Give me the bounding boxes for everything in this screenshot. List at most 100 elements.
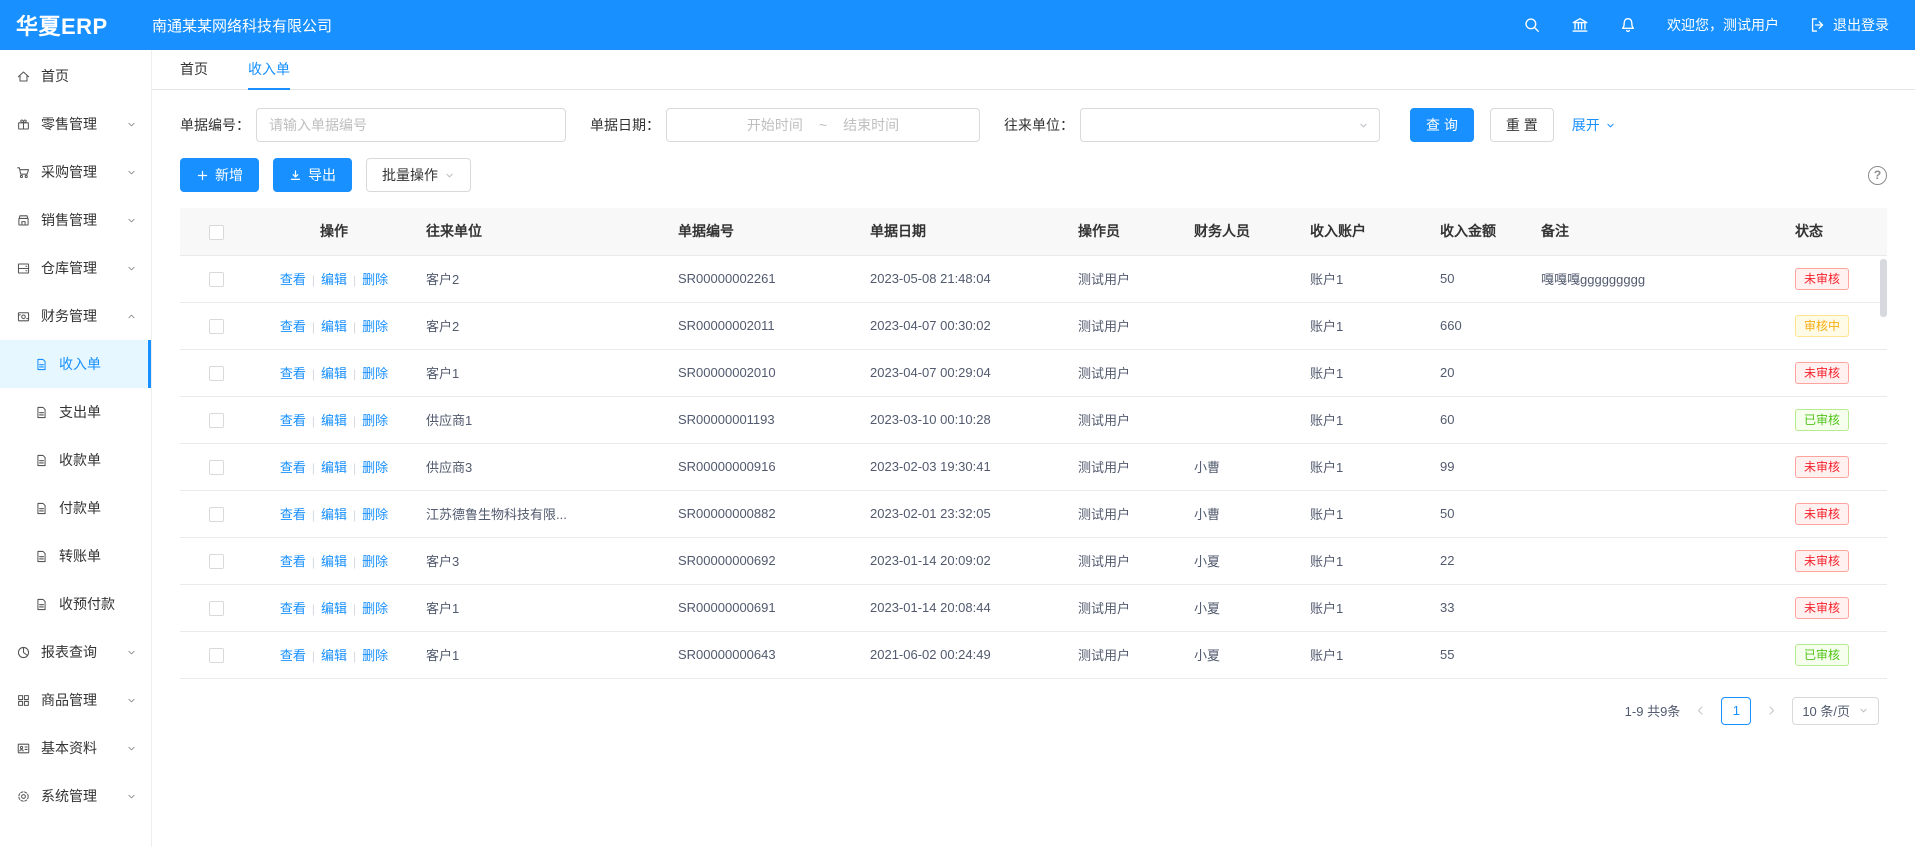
sidebar-item-basic[interactable]: 基本资料 (0, 724, 151, 772)
cell-amount: 50 (1430, 255, 1531, 302)
row-checkbox[interactable] (209, 507, 224, 522)
view-link[interactable]: 查看 (280, 554, 306, 569)
add-button[interactable]: 新增 (180, 158, 259, 192)
row-checkbox[interactable] (209, 648, 224, 663)
sidebar-subitem-expense[interactable]: 支出单 (0, 388, 151, 436)
delete-link[interactable]: 删除 (362, 413, 388, 428)
edit-link[interactable]: 编辑 (321, 272, 347, 287)
page-size-select[interactable]: 10 条/页 (1792, 697, 1879, 725)
view-link[interactable]: 查看 (280, 413, 306, 428)
sidebar-item-retail[interactable]: 零售管理 (0, 100, 151, 148)
cell-operator: 测试用户 (1068, 443, 1184, 490)
row-checkbox[interactable] (209, 601, 224, 616)
welcome-text[interactable]: 欢迎您，测试用户 (1667, 15, 1779, 35)
sidebar-subitem-payment[interactable]: 付款单 (0, 484, 151, 532)
income-table: 操作往来单位单据编号单据日期操作员财务人员收入账户收入金额备注状态 查看|编辑|… (180, 208, 1887, 679)
delete-link[interactable]: 删除 (362, 648, 388, 663)
delete-link[interactable]: 删除 (362, 319, 388, 334)
bill-number-input[interactable] (256, 108, 566, 142)
expand-link[interactable]: 展开 (1572, 115, 1616, 135)
current-page[interactable]: 1 (1721, 697, 1751, 725)
table-row: 查看|编辑|删除客户1SR000000006432021-06-02 00:24… (180, 631, 1887, 678)
edit-link[interactable]: 编辑 (321, 507, 347, 522)
edit-link[interactable]: 编辑 (321, 554, 347, 569)
sidebar-subitem-advance[interactable]: 收预付款 (0, 580, 151, 628)
sidebar-subitem-label: 收入单 (59, 354, 148, 374)
chevron-down-icon (1358, 120, 1369, 131)
view-link[interactable]: 查看 (280, 460, 306, 475)
edit-link[interactable]: 编辑 (321, 366, 347, 381)
row-checkbox[interactable] (209, 319, 224, 334)
date-range-picker[interactable]: 开始时间 ~ 结束时间 (666, 108, 980, 142)
view-link[interactable]: 查看 (280, 507, 306, 522)
sidebar-subitem-income[interactable]: 收入单 (0, 340, 151, 388)
edit-link[interactable]: 编辑 (321, 413, 347, 428)
search-button[interactable]: 查 询 (1410, 108, 1474, 142)
logout-button[interactable]: 退出登录 (1809, 15, 1889, 35)
reset-button[interactable]: 重 置 (1490, 108, 1554, 142)
cell-date: 2023-05-08 21:48:04 (860, 255, 1068, 302)
edit-link[interactable]: 编辑 (321, 319, 347, 334)
cell-operator: 测试用户 (1068, 537, 1184, 584)
delete-link[interactable]: 删除 (362, 366, 388, 381)
export-button-label: 导出 (308, 165, 336, 185)
row-checkbox[interactable] (209, 554, 224, 569)
search-icon[interactable] (1523, 16, 1541, 34)
edit-link[interactable]: 编辑 (321, 601, 347, 616)
chevron-down-icon (444, 170, 455, 181)
cell-amount: 60 (1430, 396, 1531, 443)
select-all-checkbox[interactable] (209, 225, 224, 240)
retail-icon (16, 117, 31, 132)
sidebar-item-warehouse[interactable]: 仓库管理 (0, 244, 151, 292)
sidebar-item-system[interactable]: 系统管理 (0, 772, 151, 820)
row-checkbox[interactable] (209, 366, 224, 381)
delete-link[interactable]: 删除 (362, 507, 388, 522)
cell-date: 2021-06-02 00:24:49 (860, 631, 1068, 678)
row-checkbox[interactable] (209, 413, 224, 428)
scrollbar-thumb[interactable] (1880, 259, 1887, 317)
prev-page-button[interactable] (1692, 704, 1709, 717)
bell-icon[interactable] (1619, 16, 1637, 34)
pagination: 1-9 共9条 1 10 条/页 (180, 697, 1887, 725)
view-link[interactable]: 查看 (280, 272, 306, 287)
link-separator: | (353, 414, 356, 428)
income-table-wrap: 操作往来单位单据编号单据日期操作员财务人员收入账户收入金额备注状态 查看|编辑|… (180, 208, 1887, 679)
next-page-button[interactable] (1763, 704, 1780, 717)
main-area: 首页收入单 单据编号： 单据日期： 开始时间 ~ 结束时间 往来单位： 查 (152, 50, 1915, 847)
delete-link[interactable]: 删除 (362, 554, 388, 569)
row-checkbox[interactable] (209, 460, 224, 475)
cell-operator: 测试用户 (1068, 584, 1184, 631)
tab-income[interactable]: 收入单 (248, 50, 290, 90)
export-button[interactable]: 导出 (273, 158, 352, 192)
link-separator: | (353, 461, 356, 475)
bank-icon[interactable] (1571, 16, 1589, 34)
table-scrollbar[interactable] (1880, 257, 1888, 677)
sidebar-subitem-receipt[interactable]: 收款单 (0, 436, 151, 484)
view-link[interactable]: 查看 (280, 601, 306, 616)
sidebar-item-label: 基本资料 (41, 738, 126, 758)
partner-select[interactable] (1080, 108, 1380, 142)
sidebar-item-report[interactable]: 报表查询 (0, 628, 151, 676)
delete-link[interactable]: 删除 (362, 460, 388, 475)
cell-finance-staff: 小夏 (1184, 631, 1300, 678)
view-link[interactable]: 查看 (280, 648, 306, 663)
help-icon[interactable]: ? (1868, 166, 1887, 185)
sidebar-item-goods[interactable]: 商品管理 (0, 676, 151, 724)
delete-link[interactable]: 删除 (362, 601, 388, 616)
sidebar-subitem-transfer[interactable]: 转账单 (0, 532, 151, 580)
sidebar-item-sales[interactable]: 销售管理 (0, 196, 151, 244)
tab-home[interactable]: 首页 (180, 50, 208, 90)
cell-finance-staff (1184, 349, 1300, 396)
view-link[interactable]: 查看 (280, 366, 306, 381)
row-checkbox[interactable] (209, 272, 224, 287)
sidebar-item-home[interactable]: 首页 (0, 52, 151, 100)
cell-finance-staff: 小曹 (1184, 490, 1300, 537)
view-link[interactable]: 查看 (280, 319, 306, 334)
delete-link[interactable]: 删除 (362, 272, 388, 287)
sidebar-item-finance[interactable]: 财务管理 (0, 292, 151, 340)
table-row: 查看|编辑|删除客户3SR000000006922023-01-14 20:09… (180, 537, 1887, 584)
edit-link[interactable]: 编辑 (321, 460, 347, 475)
edit-link[interactable]: 编辑 (321, 648, 347, 663)
sidebar-item-purchase[interactable]: 采购管理 (0, 148, 151, 196)
batch-operations-button[interactable]: 批量操作 (366, 158, 471, 192)
